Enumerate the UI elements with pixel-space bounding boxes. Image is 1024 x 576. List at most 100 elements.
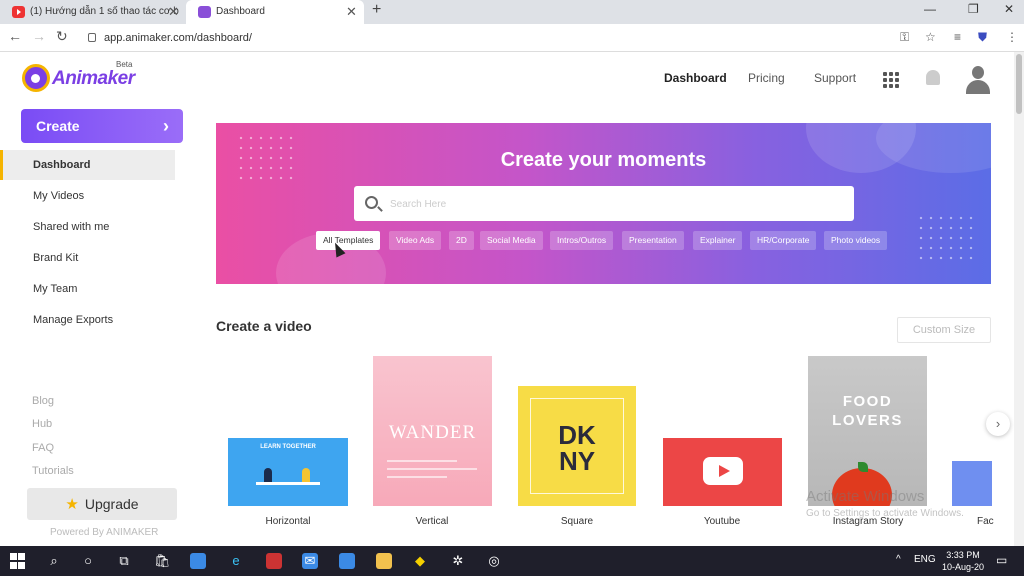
site-header: Animaker Beta Dashboard Pricing Support [0, 52, 1014, 102]
maximize-icon[interactable]: ❐ [968, 2, 979, 16]
edge-icon[interactable]: e [228, 553, 244, 569]
windows-start-icon[interactable] [10, 553, 26, 569]
tab-title: Dashboard [216, 6, 265, 17]
logo-mark-icon [22, 64, 50, 92]
chip-intros-outros[interactable]: Intros/Outros [550, 231, 614, 250]
animaker-logo[interactable]: Animaker Beta [22, 60, 140, 94]
scrollbar-thumb[interactable] [1016, 54, 1022, 114]
thumb-text: WANDER [388, 422, 477, 443]
chip-all-templates[interactable]: All Templates [316, 231, 381, 250]
activate-windows-watermark: Activate Windows Go to Settings to activ… [806, 488, 964, 519]
card-vertical[interactable]: WANDER [373, 356, 492, 506]
menu-icon[interactable]: ⋮ [1006, 30, 1018, 44]
sidebar-item-brand-kit[interactable]: Brand Kit [0, 243, 175, 273]
file-explorer-icon[interactable] [376, 553, 392, 569]
task-view-icon[interactable]: ⧉ [116, 553, 132, 569]
star-icon: ★ [65, 496, 79, 513]
card-label-square: Square [560, 516, 594, 527]
decorative-dots [916, 213, 976, 263]
logo-text: Animaker [52, 68, 135, 89]
zalo-icon[interactable] [339, 553, 355, 569]
card-label-youtube: Youtube [703, 516, 741, 527]
link-faq[interactable]: FAQ [32, 442, 54, 454]
link-hub[interactable]: Hub [32, 418, 52, 430]
browser-tab-youtube[interactable]: (1) Hướng dẫn 1 số thao tác cơ b ✕ [0, 0, 186, 24]
sidebar: Create › Dashboard My Videos Shared with… [0, 102, 196, 546]
hero-banner: Create your moments All Templates Video … [216, 123, 991, 284]
key-icon[interactable]: ⚿ [900, 30, 909, 45]
nav-support[interactable]: Support [814, 71, 856, 85]
address-bar[interactable]: app.animaker.com/dashboard/ [80, 27, 940, 49]
language-indicator[interactable]: ENG [914, 554, 936, 565]
browser-toolbar: ← → ↻ app.animaker.com/dashboard/ ⚿ ☆ ≡ … [0, 24, 1024, 52]
chip-2d[interactable]: 2D [449, 231, 474, 250]
sidebar-item-manage-exports[interactable]: Manage Exports [0, 305, 175, 335]
user-avatar[interactable] [963, 64, 993, 94]
close-window-icon[interactable]: ✕ [1004, 2, 1014, 16]
star-icon[interactable]: ☆ [925, 30, 936, 44]
clock[interactable]: 3:33 PM 10-Aug-20 [940, 549, 986, 573]
extension-icon[interactable]: ⛊ [978, 30, 987, 45]
nav-dashboard[interactable]: Dashboard [664, 71, 727, 85]
nav-pricing[interactable]: Pricing [748, 71, 785, 85]
close-tab-icon[interactable]: ✕ [346, 0, 357, 24]
thumb-text: NY [558, 446, 596, 476]
windows-taskbar: ⌕ ○ ⧉ 🛍 e ✉ ◆ ✲ ◎ ^ ENG 3:33 PM 10-Aug-2… [0, 546, 1024, 576]
thumb-text: LOVERS [832, 412, 903, 429]
banner-title: Create your moments [500, 149, 707, 171]
template-search-input[interactable] [390, 194, 830, 214]
create-button[interactable]: Create › [21, 109, 183, 143]
link-tutorials[interactable]: Tutorials [32, 465, 74, 477]
play-icon [703, 457, 743, 485]
app-diamond-icon[interactable]: ◆ [412, 553, 428, 569]
tray-chevron-up-icon[interactable]: ^ [896, 554, 901, 565]
chip-hr-corporate[interactable]: HR/Corporate [750, 231, 817, 250]
sidebar-item-my-team[interactable]: My Team [0, 274, 175, 304]
reload-icon[interactable]: ↻ [56, 28, 68, 45]
card-horizontal[interactable]: LEARN TOGETHER [228, 438, 348, 506]
chip-video-ads[interactable]: Video Ads [389, 231, 442, 250]
tab-title: (1) Hướng dẫn 1 số thao tác cơ b [30, 6, 179, 17]
forward-icon[interactable]: → [32, 28, 46, 44]
create-button-label: Create [36, 118, 80, 134]
chip-explainer[interactable]: Explainer [693, 231, 743, 250]
sidebar-item-shared-with-me[interactable]: Shared with me [0, 212, 175, 242]
carousel-next-icon[interactable]: › [986, 412, 1010, 436]
media-icon[interactable]: ≡ [954, 30, 961, 44]
chrome-icon[interactable] [190, 553, 206, 569]
sidebar-item-my-videos[interactable]: My Videos [0, 181, 175, 211]
url-text: app.animaker.com/dashboard/ [104, 32, 252, 44]
chip-social-media[interactable]: Social Media [480, 231, 543, 250]
upgrade-button[interactable]: ★ Upgrade [27, 488, 177, 520]
card-label-facebook: Fac [977, 516, 994, 527]
lock-icon [88, 33, 96, 42]
apps-grid-icon[interactable] [883, 72, 899, 88]
card-youtube[interactable] [663, 438, 782, 506]
search-box [354, 186, 854, 221]
app-film-icon[interactable]: ◎ [486, 553, 502, 569]
back-icon[interactable]: ← [8, 28, 22, 44]
custom-size-button[interactable]: Custom Size [897, 317, 991, 343]
photos-icon[interactable] [266, 553, 282, 569]
upgrade-label: Upgrade [84, 496, 139, 512]
store-icon[interactable]: 🛍 [154, 553, 171, 569]
new-tab-icon[interactable]: + [372, 1, 381, 19]
notification-bell-icon[interactable] [926, 70, 940, 85]
card-square[interactable]: DK NY [518, 386, 636, 506]
app-tool-icon[interactable]: ✲ [450, 553, 466, 569]
chip-presentation[interactable]: Presentation [622, 231, 684, 250]
cortana-icon[interactable]: ○ [80, 553, 96, 569]
card-instagram-story[interactable]: FOOD LOVERS [808, 356, 927, 506]
page-scrollbar[interactable] [1014, 52, 1024, 546]
chip-photo-videos[interactable]: Photo videos [824, 231, 888, 250]
minimize-icon[interactable]: — [924, 2, 936, 16]
link-blog[interactable]: Blog [32, 395, 54, 407]
powered-by-text: Powered By ANIMAKER [50, 527, 159, 538]
chevron-right-icon: › [163, 116, 169, 136]
notification-center-icon[interactable]: ▭ [996, 553, 1007, 567]
search-icon[interactable]: ⌕ [46, 553, 62, 569]
mail-icon[interactable]: ✉ [302, 553, 318, 569]
close-tab-icon[interactable]: ✕ [168, 0, 179, 24]
sidebar-item-dashboard[interactable]: Dashboard [0, 150, 175, 180]
browser-tab-dashboard[interactable]: Dashboard ✕ [186, 0, 364, 24]
